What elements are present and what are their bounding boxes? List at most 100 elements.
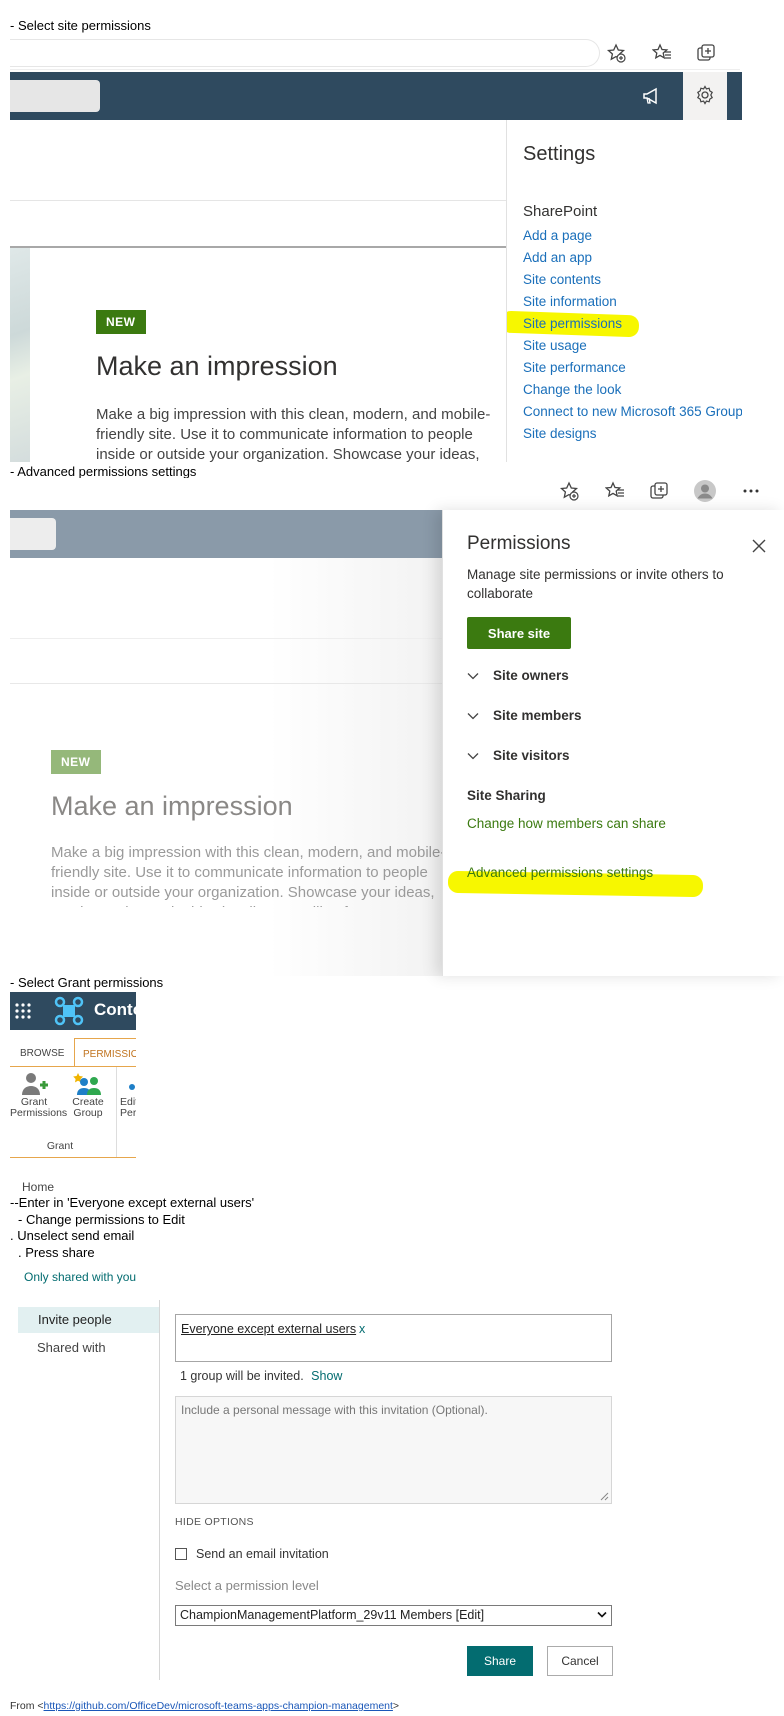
- caption-step4a: --Enter in 'Everyone except external use…: [10, 1195, 255, 1210]
- sharepoint-heading: SharePoint: [523, 203, 598, 220]
- chevron-down-icon: [467, 710, 479, 722]
- advanced-permissions-link[interactable]: Advanced permissions settings: [467, 865, 653, 880]
- caption-step2: - Advanced permissions settings: [10, 464, 197, 479]
- tab-permissions[interactable]: PERMISSIONS: [74, 1038, 136, 1066]
- permissions-panel: Permissions Manage site permissions or i…: [442, 510, 784, 976]
- ribbon-divider: [116, 1067, 117, 1157]
- site-members-label: Site members: [493, 708, 582, 723]
- settings-gear-button[interactable]: [683, 72, 727, 120]
- grant-permissions-icon: [20, 1071, 48, 1097]
- edit-label-2: Permissions: [120, 1107, 136, 1119]
- hero-title: Make an impression: [51, 791, 293, 821]
- share-site-button[interactable]: Share site: [467, 617, 571, 649]
- connect-group-link[interactable]: Connect to new Microsoft 365 Group: [523, 401, 742, 423]
- suite-bar: [10, 72, 742, 120]
- add-favorite-icon[interactable]: [606, 43, 626, 63]
- source-footer: From <https://github.com/OfficeDev/micro…: [10, 1700, 399, 1712]
- permissions-title: Permissions: [467, 533, 571, 554]
- cancel-button[interactable]: Cancel: [547, 1646, 613, 1676]
- app-launcher-icon[interactable]: [14, 1002, 32, 1020]
- search-box[interactable]: [10, 80, 100, 112]
- add-app-link[interactable]: Add an app: [523, 247, 742, 269]
- site-contents-link[interactable]: Site contents: [523, 269, 742, 291]
- divider: [10, 638, 442, 639]
- create-group-icon: [73, 1071, 103, 1097]
- edit-permissions-button[interactable]: Edit Permissions: [120, 1071, 136, 1119]
- site-visitors-row[interactable]: Site visitors: [467, 748, 570, 763]
- create-group-button[interactable]: Create Group: [66, 1071, 110, 1119]
- site-members-row[interactable]: Site members: [467, 708, 582, 723]
- caption-step1: - Select site permissions: [10, 18, 151, 33]
- settings-title: Settings: [523, 143, 596, 165]
- hero-description: Make a big impression with this clean, m…: [51, 844, 442, 907]
- sharepoint-top-bar: Contoso: [10, 992, 136, 1030]
- permission-level-select[interactable]: ChampionManagementPlatform_29v11 Members…: [175, 1605, 612, 1626]
- only-shared-with-you[interactable]: Only shared with you: [24, 1270, 136, 1284]
- site-sharing-heading: Site Sharing: [467, 788, 546, 803]
- caption-step4b: - Change permissions to Edit: [18, 1212, 185, 1227]
- site-logo-icon: [54, 996, 84, 1026]
- profile-avatar-icon[interactable]: [693, 479, 717, 503]
- create-label-2: Group: [73, 1107, 103, 1119]
- tab-browse[interactable]: BROWSE: [20, 1048, 64, 1059]
- show-link[interactable]: Show: [311, 1369, 342, 1383]
- site-owners-label: Site owners: [493, 668, 569, 683]
- chevron-down-icon: [467, 750, 479, 762]
- add-favorite-icon[interactable]: [559, 481, 579, 501]
- message-placeholder: Include a personal message with this inv…: [181, 1403, 488, 1417]
- personal-message-input[interactable]: Include a personal message with this inv…: [175, 1396, 612, 1504]
- megaphone-icon[interactable]: [641, 85, 663, 107]
- invitee-chip: Everyone except external users: [181, 1322, 357, 1336]
- more-options-icon[interactable]: [741, 481, 761, 501]
- ribbon: Grant Permissions Create Group Edit Perm…: [10, 1066, 136, 1158]
- close-icon[interactable]: [751, 538, 767, 554]
- chevron-down-icon: [597, 1611, 607, 1619]
- favorites-icon[interactable]: [605, 481, 625, 501]
- edit-permissions-icon: [124, 1071, 136, 1097]
- site-information-link[interactable]: Site information: [523, 291, 742, 313]
- breadcrumb-home[interactable]: Home: [22, 1180, 54, 1194]
- people-picker[interactable]: Everyone except external users x: [175, 1314, 612, 1362]
- gear-icon: [695, 85, 715, 105]
- caption-step4c: . Unselect send email: [10, 1228, 135, 1243]
- nav-shared-with[interactable]: Shared with: [37, 1340, 106, 1355]
- hide-options-link[interactable]: HIDE OPTIONS: [175, 1516, 254, 1528]
- collections-icon[interactable]: [649, 481, 669, 501]
- site-owners-row[interactable]: Site owners: [467, 668, 569, 683]
- hero-image: [10, 248, 30, 462]
- grant-permissions-button[interactable]: Grant Permissions: [10, 1071, 68, 1119]
- site-permissions-link[interactable]: Site permissions: [523, 313, 742, 335]
- add-page-link[interactable]: Add a page: [523, 225, 742, 247]
- site-visitors-label: Site visitors: [493, 748, 570, 763]
- address-bar[interactable]: [10, 39, 600, 67]
- change-sharing-link[interactable]: Change how members can share: [467, 816, 666, 831]
- invite-count: 1 group will be invited.: [180, 1369, 304, 1383]
- resize-handle-icon[interactable]: [600, 1492, 609, 1501]
- divider: [10, 246, 506, 248]
- caption-step3: - Select Grant permissions: [10, 975, 164, 990]
- share-button[interactable]: Share: [467, 1646, 533, 1676]
- site-performance-link[interactable]: Site performance: [523, 357, 742, 379]
- suite-bar: [10, 510, 442, 558]
- search-box[interactable]: [10, 518, 56, 550]
- source-link[interactable]: https://github.com/OfficeDev/microsoft-t…: [44, 1700, 393, 1712]
- favorites-icon[interactable]: [652, 43, 672, 63]
- permission-level-label: Select a permission level: [175, 1578, 319, 1593]
- collections-icon[interactable]: [696, 43, 716, 63]
- send-email-row[interactable]: Send an email invitation: [175, 1547, 329, 1561]
- grant-label-2: Permissions: [10, 1107, 68, 1119]
- new-badge: NEW: [96, 310, 146, 334]
- divider: [10, 683, 442, 684]
- site-usage-link[interactable]: Site usage: [523, 335, 742, 357]
- change-look-link[interactable]: Change the look: [523, 379, 742, 401]
- send-email-checkbox[interactable]: [175, 1548, 187, 1560]
- remove-invitee-icon[interactable]: x: [359, 1322, 365, 1336]
- send-email-label: Send an email invitation: [196, 1547, 329, 1561]
- site-designs-link[interactable]: Site designs: [523, 423, 742, 445]
- hero-title: Make an impression: [96, 351, 338, 381]
- nav-invite-people[interactable]: Invite people: [38, 1312, 112, 1327]
- ribbon-group-label: Grant: [46, 1140, 74, 1152]
- divider: [10, 200, 506, 201]
- hero-description: Make a big impression with this clean, m…: [96, 406, 491, 462]
- ribbon-tabs: BROWSE PERMISSIONS: [10, 1036, 136, 1066]
